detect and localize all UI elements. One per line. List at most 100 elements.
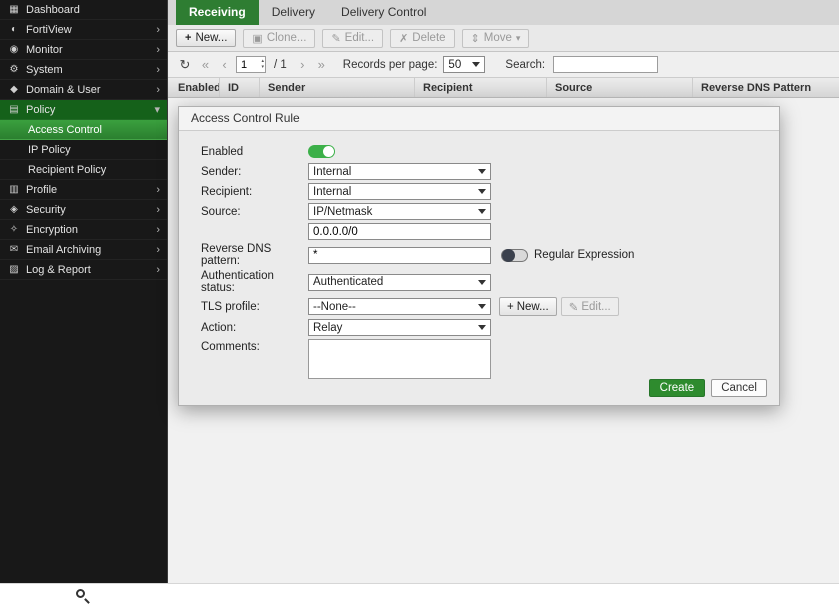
new-button[interactable]: + New... xyxy=(176,29,236,47)
column-header-source[interactable]: Source xyxy=(547,78,693,97)
auth-status-select[interactable]: Authenticated xyxy=(308,274,491,291)
action-select[interactable]: Relay xyxy=(308,319,491,336)
source-row: Source: IP/Netmask xyxy=(201,203,779,220)
plus-icon: + xyxy=(185,32,191,44)
regex-toggle[interactable] xyxy=(501,249,528,262)
sidebar-item-profile[interactable]: ▥ Profile › xyxy=(0,180,167,200)
reverse-dns-label: Reverse DNS pattern: xyxy=(201,243,308,267)
tab-delivery[interactable]: Delivery xyxy=(259,0,328,25)
enabled-label: Enabled xyxy=(201,146,308,158)
caret-down-icon xyxy=(472,62,480,67)
create-button[interactable]: Create xyxy=(649,379,706,397)
column-header-id[interactable]: ID xyxy=(220,78,260,97)
sidebar-item-label: Recipient Policy xyxy=(7,164,160,176)
column-header-sender[interactable]: Sender xyxy=(260,78,415,97)
next-page-button[interactable]: › xyxy=(295,57,310,72)
sidebar-item-monitor[interactable]: ◉ Monitor › xyxy=(0,40,167,60)
source-type-value: IP/Netmask xyxy=(313,206,473,218)
last-page-button[interactable]: » xyxy=(314,57,329,72)
security-icon: ◈ xyxy=(7,204,21,215)
auth-status-row: Authentication status: Authenticated xyxy=(201,270,779,294)
sidebar-item-email-archiving[interactable]: ✉ Email Archiving › xyxy=(0,240,167,260)
first-page-button[interactable]: « xyxy=(198,57,213,72)
page-spinner[interactable]: ▴▾ xyxy=(261,58,264,70)
sidebar-item-dashboard[interactable]: ▦ Dashboard xyxy=(0,0,167,20)
search-label: Search: xyxy=(505,59,545,71)
sidebar-item-security[interactable]: ◈ Security › xyxy=(0,200,167,220)
sidebar: ▦ Dashboard ◐ FortiView › ◉ Monitor › ⚙ … xyxy=(0,0,168,583)
sidebar-item-ip-policy[interactable]: IP Policy xyxy=(0,140,167,160)
dialog-body: Enabled Sender: Internal Recipient: Inte… xyxy=(179,131,779,379)
sidebar-item-recipient-policy[interactable]: Recipient Policy xyxy=(0,160,167,180)
refresh-icon[interactable]: ↻ xyxy=(176,57,194,73)
tls-edit-button-label: Edit... xyxy=(581,301,610,313)
caret-down-icon xyxy=(478,304,486,309)
recipient-row: Recipient: Internal xyxy=(201,183,779,200)
column-header-reverse-dns[interactable]: Reverse DNS Pattern xyxy=(693,78,839,97)
sender-select[interactable]: Internal xyxy=(308,163,491,180)
tab-delivery-control[interactable]: Delivery Control xyxy=(328,0,439,25)
bottom-bar xyxy=(0,583,839,605)
sidebar-item-encryption[interactable]: ✧ Encryption › xyxy=(0,220,167,240)
reverse-dns-row: Reverse DNS pattern: Regular Expression xyxy=(201,243,779,267)
sidebar-item-label: FortiView xyxy=(21,24,156,36)
regex-label: Regular Expression xyxy=(534,249,634,261)
sender-label: Sender: xyxy=(201,166,308,178)
delete-button[interactable]: ✗ Delete xyxy=(390,29,454,48)
reverse-dns-input[interactable] xyxy=(308,247,491,264)
sidebar-item-fortiview[interactable]: ◐ FortiView › xyxy=(0,20,167,40)
chevron-down-icon: ▾ xyxy=(154,103,160,116)
fortiview-icon: ◐ xyxy=(7,24,21,35)
caret-down-icon xyxy=(478,280,486,285)
pagination-bar: ↻ « ‹ ▴▾ / 1 › » Records per page: 50 Se… xyxy=(168,52,839,78)
sender-row: Sender: Internal xyxy=(201,163,779,180)
source-ip-netmask-input[interactable] xyxy=(308,223,491,240)
column-header-recipient[interactable]: Recipient xyxy=(415,78,547,97)
edit-button[interactable]: ✎ Edit... xyxy=(322,29,383,48)
prev-page-button[interactable]: ‹ xyxy=(217,57,232,72)
sidebar-item-label: Domain & User xyxy=(21,84,156,96)
new-button-label: New... xyxy=(195,32,227,44)
auth-status-value: Authenticated xyxy=(313,276,473,288)
policy-icon: ▤ xyxy=(7,104,21,115)
chevron-right-icon: › xyxy=(156,64,160,76)
sidebar-item-system[interactable]: ⚙ System › xyxy=(0,60,167,80)
caret-down-icon xyxy=(478,209,486,214)
tls-profile-select[interactable]: --None-- xyxy=(308,298,491,315)
clone-button[interactable]: ▣ Clone... xyxy=(243,29,315,48)
clone-button-label: Clone... xyxy=(267,32,307,44)
recipient-select[interactable]: Internal xyxy=(308,183,491,200)
pencil-icon: ✎ xyxy=(569,300,579,314)
action-label: Action: xyxy=(201,322,308,334)
sidebar-item-domain-user[interactable]: ◆ Domain & User › xyxy=(0,80,167,100)
tls-new-button[interactable]: + New... xyxy=(499,297,557,316)
chevron-right-icon: › xyxy=(156,244,160,256)
tls-profile-row: TLS profile: --None-- + New... ✎ Edit... xyxy=(201,297,779,316)
gear-icon: ⚙ xyxy=(7,64,21,75)
search-input[interactable] xyxy=(553,56,658,73)
search-magnifier-icon[interactable] xyxy=(76,589,85,598)
column-header-enabled[interactable]: Enabled xyxy=(168,78,220,97)
enabled-toggle[interactable] xyxy=(308,145,335,158)
source-type-select[interactable]: IP/Netmask xyxy=(308,203,491,220)
chevron-right-icon: › xyxy=(156,224,160,236)
cancel-button[interactable]: Cancel xyxy=(711,379,767,397)
sidebar-item-access-control[interactable]: Access Control xyxy=(0,120,167,140)
records-per-page-select[interactable]: 50 xyxy=(443,56,485,73)
sidebar-item-log-report[interactable]: ▨ Log & Report › xyxy=(0,260,167,280)
move-button[interactable]: ⇕ Move ▾ xyxy=(462,29,530,48)
sender-value: Internal xyxy=(313,166,473,178)
sidebar-item-label: Security xyxy=(21,204,156,216)
records-per-page-value: 50 xyxy=(448,59,467,71)
enabled-row: Enabled xyxy=(201,143,779,160)
sidebar-item-label: Policy xyxy=(21,104,154,116)
tls-edit-button[interactable]: ✎ Edit... xyxy=(561,297,619,316)
caret-down-icon: ▾ xyxy=(516,33,521,44)
spinner-down-icon[interactable]: ▾ xyxy=(261,64,264,70)
tab-receiving[interactable]: Receiving xyxy=(176,0,259,25)
sidebar-item-policy[interactable]: ▤ Policy ▾ xyxy=(0,100,167,120)
tls-new-button-label: New... xyxy=(517,301,549,313)
profile-icon: ▥ xyxy=(7,184,21,195)
table-header: Enabled ID Sender Recipient Source Rever… xyxy=(168,78,839,98)
tls-profile-value: --None-- xyxy=(313,301,473,313)
